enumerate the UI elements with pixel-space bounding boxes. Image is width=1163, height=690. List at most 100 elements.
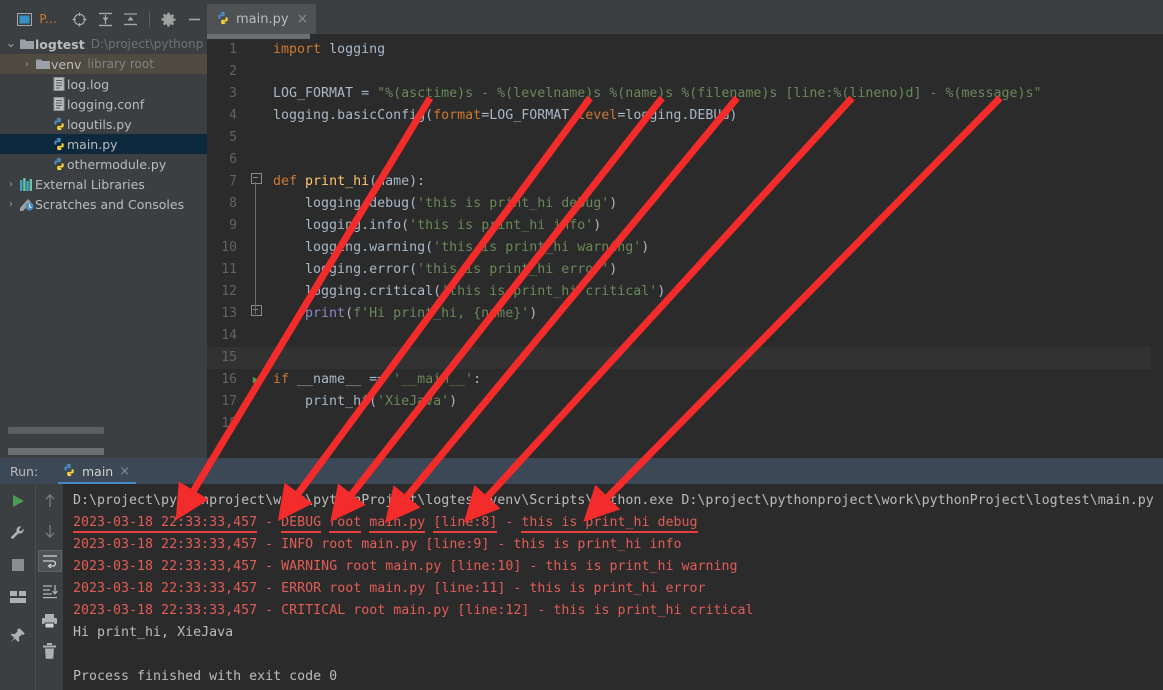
stop-button[interactable] <box>6 554 30 576</box>
tree-item-logtest[interactable]: ⌄logtestD:\project\pythonp <box>0 34 207 54</box>
log-separator: - <box>257 603 281 618</box>
project-view-icon[interactable] <box>12 7 37 31</box>
code-line[interactable]: 18 <box>207 413 1163 435</box>
code-line[interactable]: 15 <box>207 347 1163 369</box>
code-line[interactable]: 7def print_hi(name): <box>207 171 1163 193</box>
code-line[interactable]: 9 logging.info('this is print_hi info') <box>207 215 1163 237</box>
layout-windows-icon[interactable] <box>6 586 30 608</box>
run-tab-label: main <box>82 464 113 479</box>
code-line[interactable]: 8 logging.debug('this is print_hi debug'… <box>207 193 1163 215</box>
code-line[interactable]: 13 print(f'Hi print_hi, {name}') <box>207 303 1163 325</box>
line-number: 8 <box>207 193 245 215</box>
up-arrow-icon[interactable] <box>38 490 62 512</box>
rerun-settings-wrench-icon[interactable] <box>6 522 30 544</box>
console-log-line: 2023-03-18 22:33:33,457 - DEBUG root mai… <box>73 512 1163 534</box>
code-gutter-markers[interactable] <box>245 127 267 149</box>
code-gutter-markers[interactable] <box>245 171 267 193</box>
code-text: if __name__ == '__main__': <box>267 369 481 391</box>
code-gutter-markers[interactable] <box>245 61 267 83</box>
code-text: print_hi('XieJava') <box>267 391 457 413</box>
code-line[interactable]: 16▶if __name__ == '__main__': <box>207 369 1163 391</box>
close-icon[interactable]: × <box>295 12 309 26</box>
tree-horizontal-scrollbar[interactable] <box>8 427 104 434</box>
code-line[interactable]: 11 logging.error('this is print_hi error… <box>207 259 1163 281</box>
tree-item-logutils-py[interactable]: ·logutils.py <box>0 114 207 134</box>
project-tree-panel[interactable]: ⌄logtestD:\project\pythonp›venvlibrary r… <box>0 34 208 438</box>
collapse-all-icon[interactable] <box>118 7 143 31</box>
tree-item-log-log[interactable]: ·log.log <box>0 74 207 94</box>
locate-target-icon[interactable] <box>67 7 92 31</box>
code-line[interactable]: 2 <box>207 61 1163 83</box>
code-gutter-markers[interactable] <box>245 281 267 303</box>
code-line[interactable]: 14 <box>207 325 1163 347</box>
run-tab-close-icon[interactable]: × <box>119 464 130 479</box>
code-gutter-markers[interactable] <box>245 413 267 435</box>
code-gutter-markers[interactable] <box>245 105 267 127</box>
chevron-down-icon[interactable]: ⌄ <box>4 40 18 48</box>
tree-item-scratches-and-consoles[interactable]: ›Scratches and Consoles <box>0 194 207 214</box>
print-icon[interactable] <box>38 610 62 632</box>
chevron-right-icon[interactable]: › <box>4 199 18 210</box>
tree-item-venv[interactable]: ›venvlibrary root <box>0 54 207 74</box>
code-gutter-markers[interactable] <box>245 391 267 413</box>
tree-item-label: logging.conf <box>67 97 144 112</box>
log-level: INFO <box>281 537 313 552</box>
tree-item-main-py[interactable]: ·main.py <box>0 134 207 154</box>
log-timestamp: 2023-03-18 22:33:33,457 <box>73 559 257 574</box>
code-line[interactable]: 6 <box>207 149 1163 171</box>
code-gutter-markers[interactable] <box>245 39 267 61</box>
run-gutter-icon[interactable]: ▶ <box>253 373 260 386</box>
code-line[interactable]: 17 print_hi('XieJava') <box>207 391 1163 413</box>
line-number: 9 <box>207 215 245 237</box>
rerun-button[interactable] <box>6 490 30 512</box>
pin-tab-icon[interactable] <box>6 624 30 646</box>
run-tab-main[interactable]: main × <box>58 458 136 484</box>
code-text: logging.info('this is print_hi info') <box>267 215 601 237</box>
tree-item-othermodule-py[interactable]: ·othermodule.py <box>0 154 207 174</box>
fold-marker-open-icon[interactable] <box>251 173 262 184</box>
code-gutter-markers[interactable] <box>245 259 267 281</box>
code-gutter-markers[interactable] <box>245 149 267 171</box>
code-line[interactable]: 3LOG_FORMAT = "%(asctime)s - %(levelname… <box>207 83 1163 105</box>
tree-item-external-libraries[interactable]: ›External Libraries <box>0 174 207 194</box>
clear-all-trash-icon[interactable] <box>38 640 62 662</box>
settings-gear-icon[interactable] <box>156 7 181 31</box>
code-gutter-markers[interactable] <box>245 325 267 347</box>
log-timestamp: 2023-03-18 22:33:33,457 <box>73 603 257 618</box>
code-text: def print_hi(name): <box>267 171 425 193</box>
code-text: logging.basicConfig(format=LOG_FORMAT,le… <box>267 105 737 127</box>
code-gutter-markers[interactable] <box>245 83 267 105</box>
console-blank-line <box>73 644 1163 666</box>
hide-panel-icon[interactable] <box>182 7 207 31</box>
code-line[interactable]: 10 logging.warning('this is print_hi war… <box>207 237 1163 259</box>
log-timestamp: 2023-03-18 22:33:33,457 <box>73 581 257 596</box>
run-label: Run: <box>0 464 58 479</box>
chevron-right-icon[interactable]: › <box>4 179 18 190</box>
tree-item-logging-conf[interactable]: ·logging.conf <box>0 94 207 114</box>
code-line[interactable]: 12 logging.critical('this is print_hi cr… <box>207 281 1163 303</box>
code-line[interactable]: 4logging.basicConfig(format=LOG_FORMAT,l… <box>207 105 1163 127</box>
chevron-right-icon[interactable]: › <box>20 59 34 70</box>
log-separator: - <box>257 559 281 574</box>
soft-wrap-icon[interactable] <box>38 550 62 572</box>
fold-marker-end-icon[interactable] <box>251 305 262 316</box>
log-timestamp: 2023-03-18 22:33:33,457 <box>73 515 257 533</box>
expand-all-icon[interactable] <box>92 7 117 31</box>
scroll-to-end-icon[interactable] <box>38 580 62 602</box>
code-editor[interactable]: 1import logging23LOG_FORMAT = "%(asctime… <box>207 34 1163 438</box>
project-bottom-scrollbar[interactable] <box>8 448 104 455</box>
console-blank-line-text <box>73 647 81 662</box>
down-arrow-icon[interactable] <box>38 520 62 542</box>
code-gutter-markers[interactable] <box>245 237 267 259</box>
log-logger-name: root <box>329 581 361 596</box>
code-gutter-markers[interactable] <box>245 347 267 369</box>
code-line[interactable]: 5 <box>207 127 1163 149</box>
code-gutter-markers[interactable]: ▶ <box>245 369 267 391</box>
code-gutter-markers[interactable] <box>245 303 267 325</box>
tab-main-py[interactable]: main.py × <box>207 4 316 34</box>
tree-item-label: venv <box>51 57 81 72</box>
run-console-output[interactable]: D:\project\pythonproject\work\pythonProj… <box>63 484 1163 690</box>
code-gutter-markers[interactable] <box>245 193 267 215</box>
code-gutter-markers[interactable] <box>245 215 267 237</box>
code-line[interactable]: 1import logging <box>207 39 1163 61</box>
